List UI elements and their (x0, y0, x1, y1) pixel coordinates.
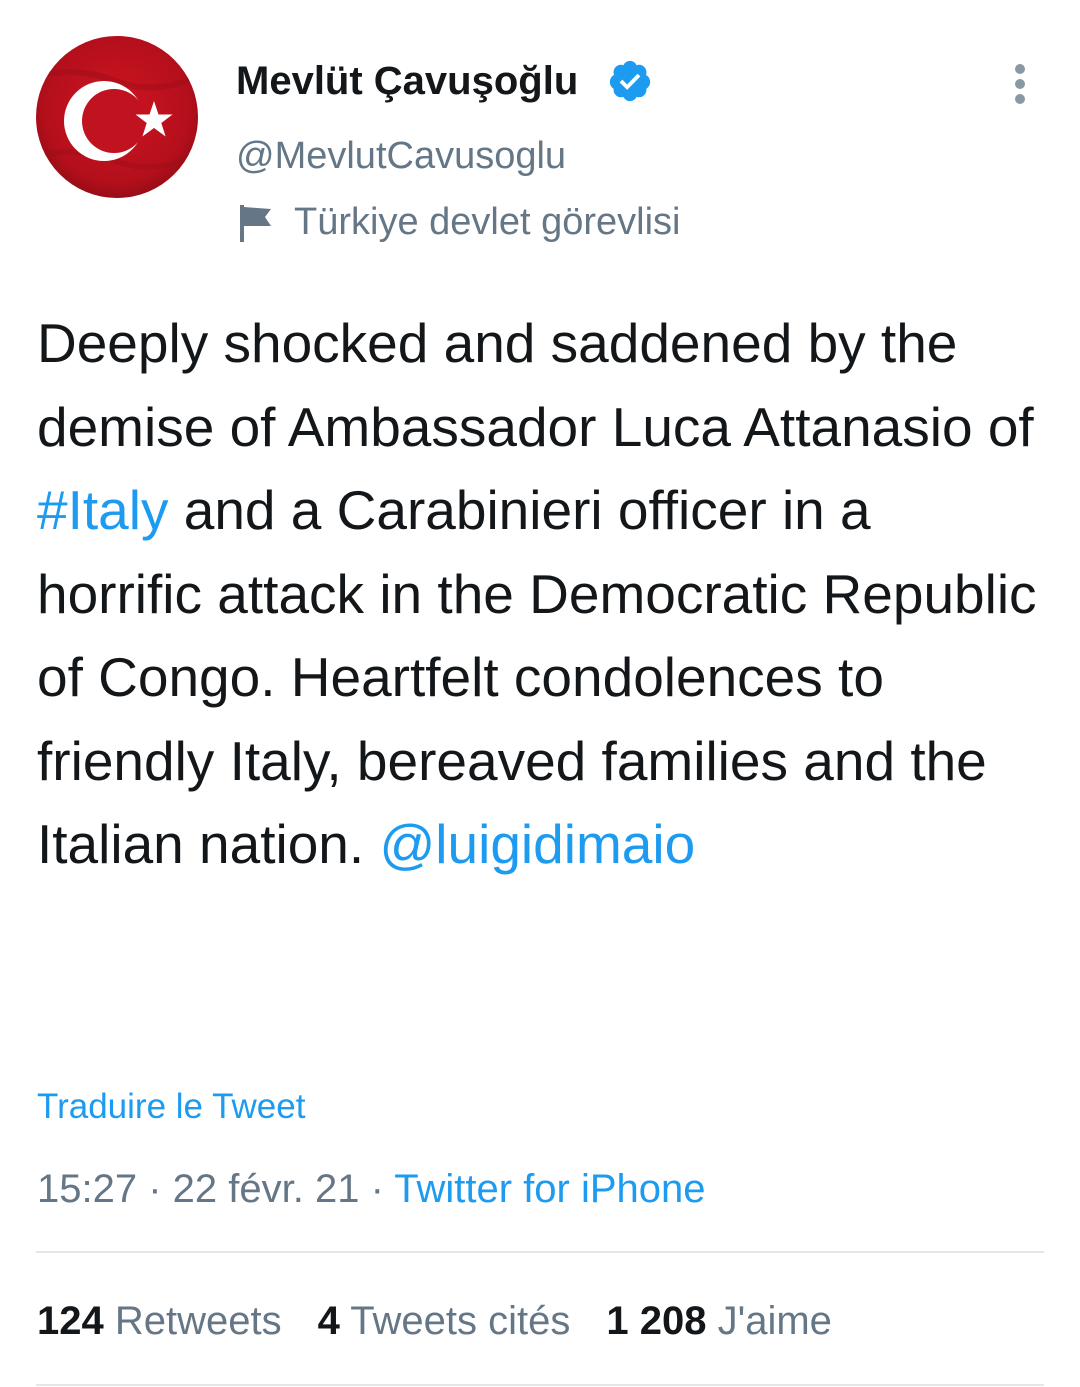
meta-separator: · (137, 1167, 173, 1211)
hashtag-link[interactable]: #Italy (37, 479, 168, 541)
tweet-meta: 15:27 · 22 févr. 21 · Twitter for iPhone (37, 1164, 706, 1214)
likes-label: J'aime (717, 1299, 832, 1343)
account-label: Türkiye devlet görevlisi (294, 201, 681, 243)
avatar[interactable] (36, 36, 198, 198)
retweets-count: 124 (37, 1299, 104, 1343)
quotes-count: 4 (317, 1299, 340, 1343)
tweet-stats: 124 Retweets 4 Tweets cités 1 208 J'aime (37, 1296, 868, 1346)
user-handle[interactable]: @MevlutCavusoglu (236, 132, 566, 180)
government-flag-icon (240, 205, 271, 242)
display-name[interactable]: Mevlüt Çavuşoğlu (236, 55, 578, 107)
quotes-label: Tweets cités (350, 1299, 571, 1343)
turkish-flag-icon (36, 36, 198, 198)
meta-separator: · (359, 1167, 395, 1211)
more-options-icon[interactable] (1004, 62, 1036, 106)
tweet-text-part: Deeply shocked and saddened by the demis… (37, 312, 1034, 458)
mention-link[interactable]: @luigidimaio (379, 813, 695, 875)
likes-count: 1 208 (606, 1299, 707, 1343)
divider (36, 1384, 1044, 1386)
likes-stat[interactable]: 1 208 J'aime (606, 1299, 832, 1343)
tweet-text: Deeply shocked and saddened by the demis… (37, 302, 1047, 887)
divider (36, 1251, 1044, 1253)
tweet-time: 15:27 (37, 1167, 138, 1211)
retweets-stat[interactable]: 124 Retweets (37, 1299, 282, 1343)
verified-badge-icon (609, 60, 651, 102)
translate-tweet-link[interactable]: Traduire le Tweet (37, 1085, 305, 1129)
tweet-source-link[interactable]: Twitter for iPhone (394, 1167, 705, 1211)
quote-tweets-stat[interactable]: 4 Tweets cités (318, 1299, 571, 1343)
tweet-date: 22 févr. 21 (172, 1167, 360, 1211)
retweets-label: Retweets (114, 1299, 282, 1343)
